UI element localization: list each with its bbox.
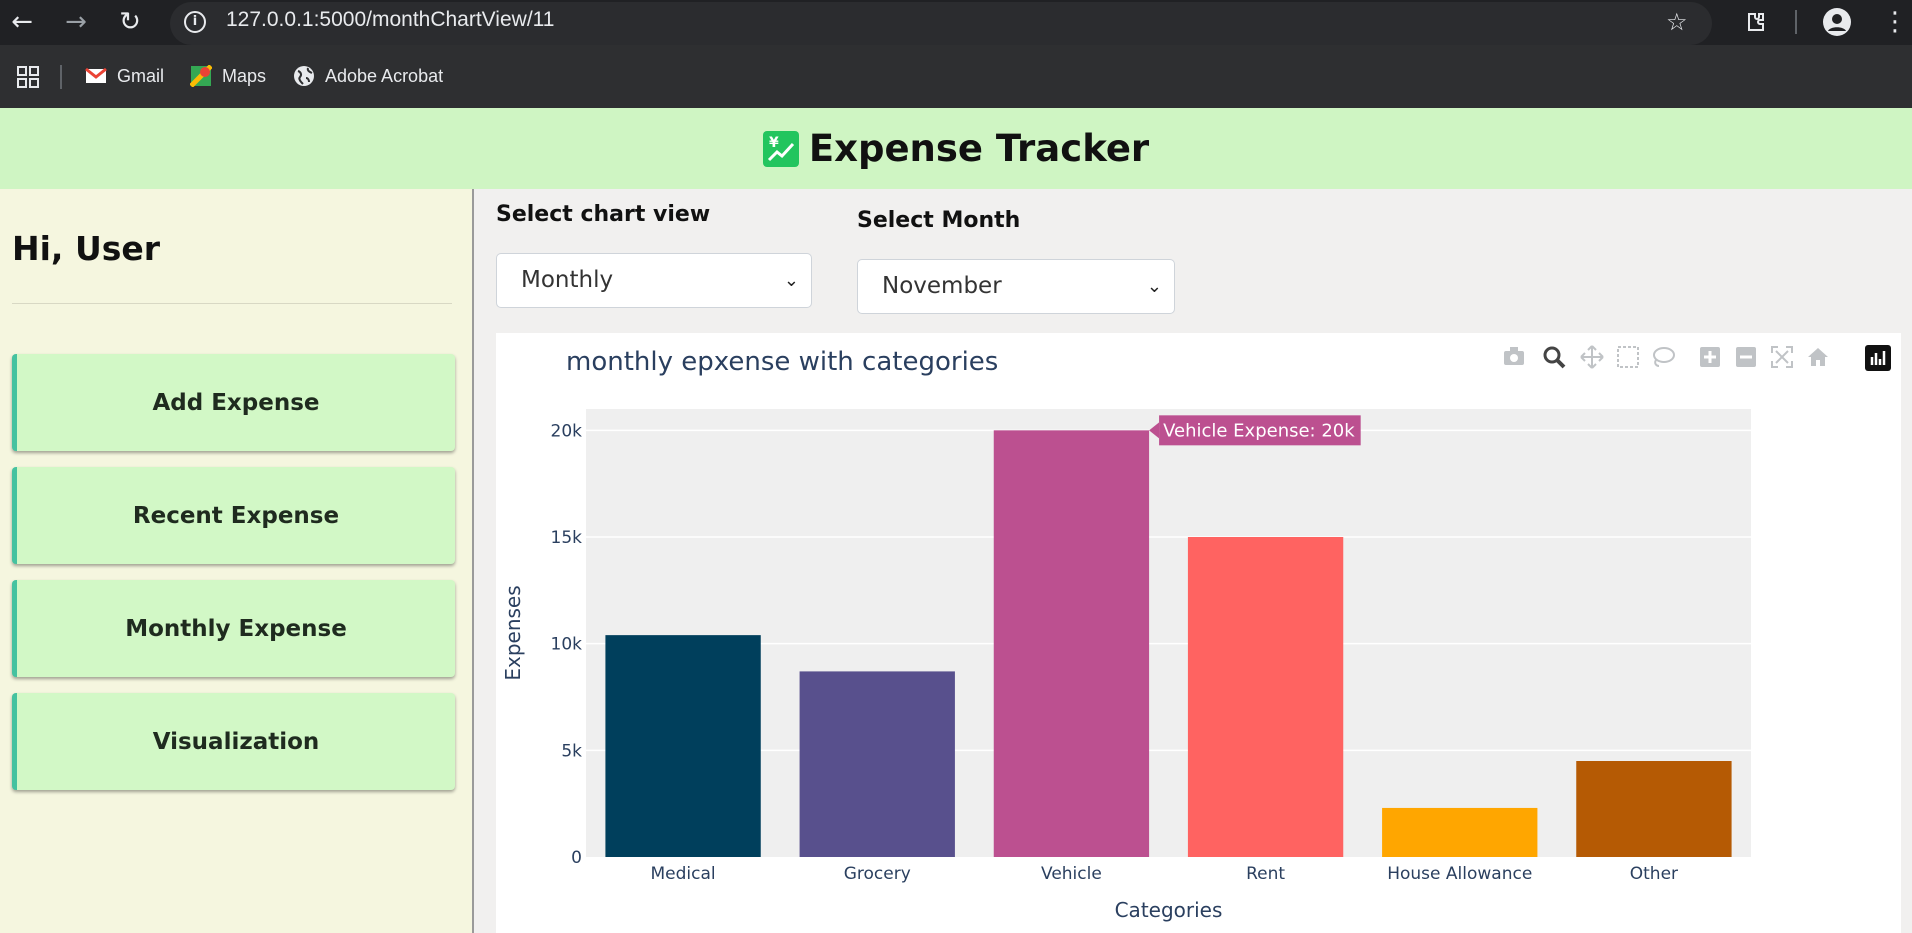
x-tick-label: House Allowance	[1387, 864, 1532, 884]
x-tick-label: Rent	[1246, 864, 1285, 884]
bar-tooltip: Vehicle Expense: 20k	[1149, 415, 1361, 446]
bookmark-maps[interactable]: Maps	[189, 64, 267, 88]
bookmarks-bar: Gmail Maps Adobe Acrobat	[0, 45, 1912, 109]
monthly-expense-button[interactable]: Monthly Expense	[12, 580, 455, 677]
y-tick-label: 5k	[561, 741, 582, 761]
chart-view-select[interactable]: Monthly ⌄	[496, 253, 812, 308]
month-value: November	[882, 273, 1002, 299]
info-icon[interactable]: i	[184, 11, 206, 33]
reload-icon[interactable]: ↻	[114, 6, 146, 38]
gmail-icon	[85, 65, 107, 87]
x-axis-ticks: Medical Grocery Vehicle Rent House Allowance…	[651, 864, 1679, 884]
bookmark-label: Adobe Acrobat	[325, 65, 444, 86]
month-select[interactable]: November ⌄	[857, 259, 1175, 314]
app-title-wrap: ¥ Expense Tracker	[762, 127, 1150, 170]
chart-view-value: Monthly	[521, 267, 614, 293]
bookmark-label: Maps	[222, 65, 267, 86]
y-tick-label: 15k	[551, 528, 583, 548]
url-text[interactable]: 127.0.0.1:5000/monthChartView/11	[226, 8, 554, 32]
y-axis-label: Expenses	[501, 585, 525, 680]
chevron-down-icon: ⌄	[783, 270, 799, 291]
y-tick-label: 10k	[551, 635, 583, 655]
sidebar: Hi, User Add Expense Recent Expense Mont…	[0, 189, 474, 933]
chart-view-label: Select chart view	[496, 202, 711, 227]
tooltip-text: Vehicle Expense: 20k	[1163, 420, 1355, 441]
app-title: Expense Tracker	[808, 127, 1150, 170]
bar-rent[interactable]	[1187, 537, 1344, 857]
y-tick-label: 0	[571, 848, 582, 868]
bar-vehicle[interactable]	[993, 430, 1150, 857]
sidebar-divider	[12, 303, 452, 304]
x-axis-label: Categories	[1115, 898, 1223, 922]
profile-icon[interactable]	[1823, 8, 1851, 36]
maps-icon	[189, 64, 213, 88]
chart-card: monthly epxense with categories 0 5k 10k 15…	[496, 333, 1901, 933]
bookmark-adobe-acrobat[interactable]: Adobe Acrobat	[293, 65, 443, 87]
bar-grocery[interactable]	[799, 671, 955, 857]
toolbar-divider	[1795, 10, 1797, 34]
y-axis-ticks: 0 5k 10k 15k 20k	[551, 421, 583, 868]
apps-grid-icon[interactable]	[16, 65, 40, 93]
bar-chart: 0 5k 10k 15k 20k Medical Grocery Vehicle Rent Ho…	[501, 409, 1751, 922]
greeting: Hi, User	[12, 229, 161, 268]
expense-logo-icon: ¥	[762, 130, 799, 167]
y-tick-label: 20k	[551, 421, 583, 441]
bar-house-allowance[interactable]	[1382, 807, 1538, 857]
x-tick-label: Medical	[651, 864, 716, 884]
x-tick-label: Grocery	[844, 864, 911, 884]
browser-toolbar: ← → ↻ i 127.0.0.1:5000/monthChartView/11…	[0, 0, 1912, 45]
globe-icon	[293, 65, 315, 87]
bar-medical[interactable]	[605, 635, 761, 857]
visualization-button[interactable]: Visualization	[12, 693, 455, 790]
forward-arrow-icon[interactable]: →	[60, 6, 92, 38]
bar-other[interactable]	[1576, 761, 1732, 857]
bookmark-divider	[60, 65, 62, 89]
x-tick-label: Other	[1630, 864, 1678, 884]
month-label: Select Month	[857, 208, 1021, 233]
chevron-down-icon: ⌄	[1146, 276, 1162, 297]
bookmark-gmail[interactable]: Gmail	[85, 65, 164, 87]
svg-text:¥: ¥	[769, 135, 779, 151]
star-icon[interactable]: ☆	[1666, 6, 1688, 38]
menu-dots-icon[interactable]: ⋮	[1882, 6, 1908, 38]
extensions-icon[interactable]	[1744, 6, 1768, 42]
recent-expense-button[interactable]: Recent Expense	[12, 467, 455, 564]
back-arrow-icon[interactable]: ←	[6, 6, 38, 38]
x-tick-label: Vehicle	[1041, 864, 1102, 884]
app-header: ¥ Expense Tracker	[0, 108, 1912, 189]
bookmark-label: Gmail	[117, 65, 165, 86]
add-expense-button[interactable]: Add Expense	[12, 354, 455, 451]
